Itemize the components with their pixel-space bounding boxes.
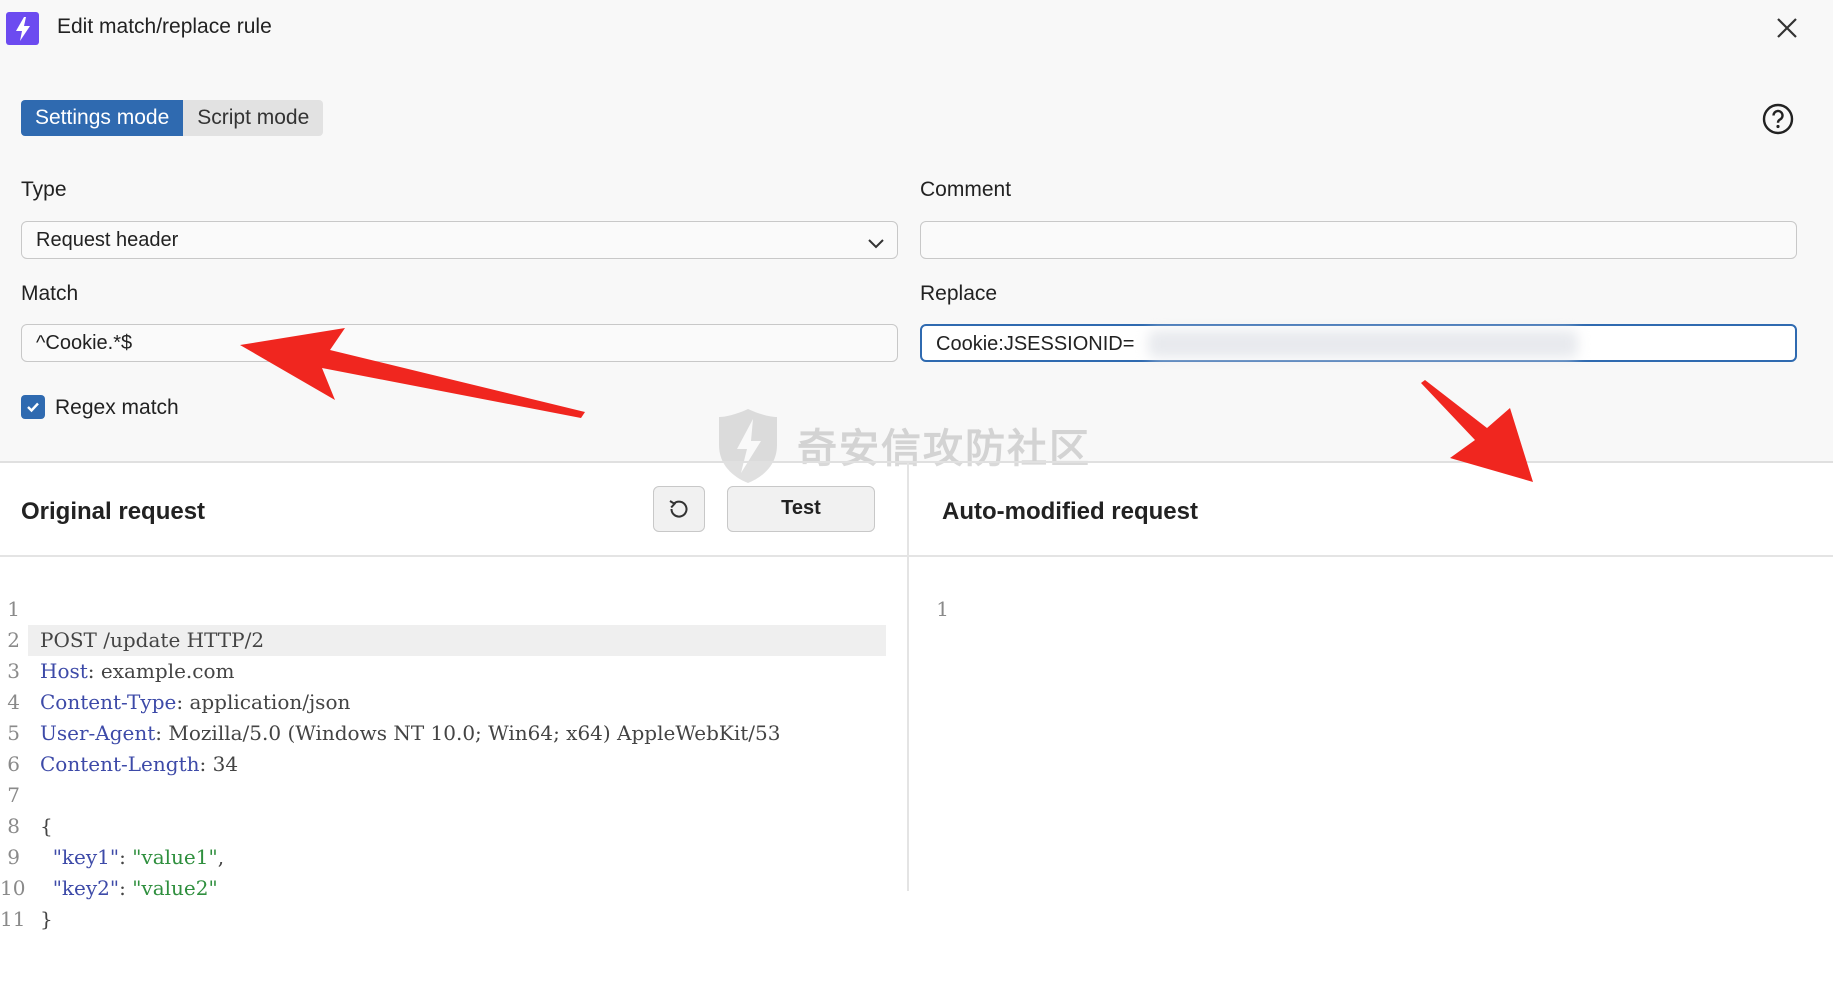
auto-modified-request-editor[interactable]: 1	[909, 563, 1833, 621]
code-line: 2 Host: example.com	[0, 594, 887, 683]
code-line: 10 }	[0, 842, 887, 931]
test-button[interactable]: Test	[727, 486, 875, 532]
title-bar: Edit match/replace rule	[0, 0, 1833, 56]
code-line: 4 User-Agent: Mozilla/5.0 (Windows NT 10…	[0, 656, 887, 745]
original-request-title: Original request	[21, 498, 206, 525]
code-line: 1	[909, 563, 1833, 621]
line-number: 11	[0, 907, 26, 931]
code-line: 5 Content-Length: 34	[0, 687, 887, 776]
regex-checkbox[interactable]	[21, 395, 45, 419]
code-line: 6	[0, 718, 887, 776]
close-icon[interactable]	[1769, 10, 1805, 46]
type-label: Type	[21, 178, 67, 201]
code-line: 9 "key2": "value2"	[0, 811, 887, 900]
regex-checkbox-label: Regex match	[55, 396, 179, 419]
settings-mode-button[interactable]: Settings mode	[21, 100, 184, 136]
script-mode-button[interactable]: Script mode	[183, 100, 324, 136]
code-line: 3 Content-Type: application/json	[0, 625, 887, 714]
original-header-divider	[0, 555, 907, 557]
reset-icon	[669, 500, 688, 518]
code-line: 1 POST /update HTTP/2	[0, 563, 887, 656]
line-number: 1	[936, 597, 949, 621]
original-request-editor[interactable]: 1 POST /update HTTP/2 2 Host: example.co…	[0, 563, 887, 931]
auto-modified-request-title: Auto-modified request	[942, 498, 1198, 525]
code-text: }	[40, 907, 53, 931]
comment-label: Comment	[920, 178, 1012, 201]
mode-toggle: Settings mode Script mode	[21, 100, 324, 136]
replace-input-value: Cookie:JSESSIONID=	[936, 333, 1135, 355]
help-icon[interactable]	[1762, 103, 1794, 135]
modified-header-divider	[909, 555, 1833, 557]
code-line: 7 {	[0, 749, 887, 838]
horizontal-divider	[0, 461, 1833, 463]
replace-label: Replace	[920, 282, 998, 305]
window-title: Edit match/replace rule	[57, 15, 272, 38]
comment-input[interactable]	[920, 221, 1797, 259]
type-select[interactable]: Request header	[21, 221, 898, 259]
match-input[interactable]: ^Cookie.*$	[21, 324, 898, 362]
lightning-icon	[6, 12, 39, 45]
type-select-value: Request header	[36, 229, 179, 251]
reset-button[interactable]	[653, 486, 705, 532]
match-label: Match	[21, 282, 79, 305]
redacted-region	[1148, 330, 1578, 358]
code-line: 11	[0, 873, 887, 931]
chevron-down-icon	[865, 230, 887, 252]
code-line: 8 "key1": "value1",	[0, 780, 887, 869]
